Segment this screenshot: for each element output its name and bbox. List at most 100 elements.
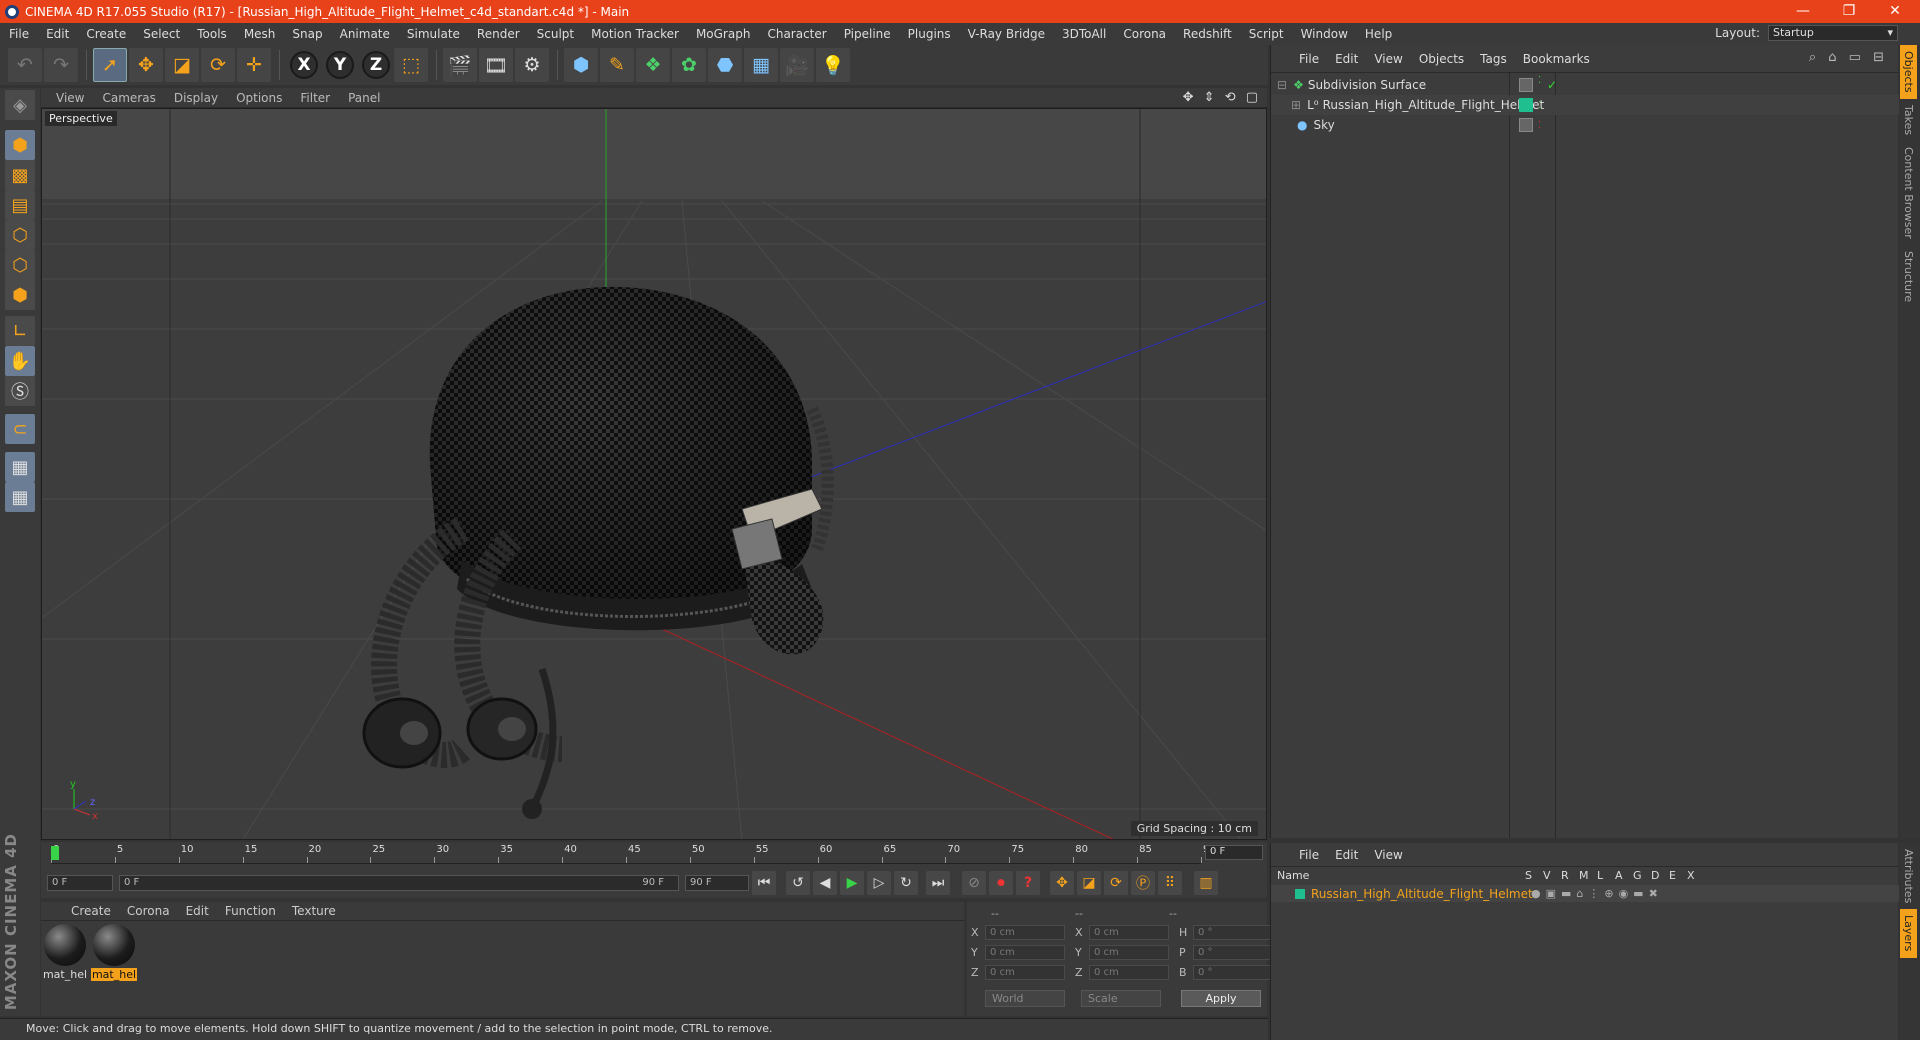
polygons-mode-icon[interactable]: ⬢ [5,280,35,310]
magnet-icon[interactable]: ⊂ [5,414,35,444]
texture-mode-icon[interactable]: ▩ [5,160,35,190]
size-mode-dropdown[interactable]: Scale [1081,990,1161,1007]
tab-takes[interactable]: Takes [1900,99,1917,141]
render-view-icon[interactable]: 🎬 [443,48,477,82]
cloner-icon[interactable]: ✿ [672,48,706,82]
move-tool-icon[interactable]: ✥ [129,48,163,82]
record-icon[interactable]: ⏺ [989,871,1013,895]
previous-frame-icon[interactable]: ◀ [813,871,837,895]
material-menu-texture[interactable]: Texture [284,904,344,918]
menu-create[interactable]: Create [77,27,134,41]
object-row[interactable]: ⊟ ❖ Subdivision Surface ⁚ ✓ [1271,75,1899,95]
size-x-field[interactable]: 0 cm [1089,924,1169,940]
material-menu-function[interactable]: Function [217,904,284,918]
close-button[interactable]: ✕ [1872,0,1918,23]
menu-mesh[interactable]: Mesh [235,27,284,41]
next-frame-icon[interactable]: ▷ [867,871,891,895]
menu-character[interactable]: Character [758,27,834,41]
material-menu-corona[interactable]: Corona [119,904,178,918]
viewport-menu-filter[interactable]: Filter [291,91,339,105]
3d-viewport[interactable]: y z x Perspective Grid Spacing : 10 cm [41,108,1267,840]
size-y-field[interactable]: 0 cm [1089,944,1169,960]
menu-help[interactable]: Help [1356,27,1400,41]
axis-mode-icon[interactable]: ∟ [5,316,35,346]
workplane-mode-icon[interactable]: ▤ [5,190,35,220]
object-row[interactable]: ● Sky ⁚ [1271,115,1899,135]
coordinate-space-dropdown[interactable]: World [985,990,1065,1007]
layer-toggle-icons[interactable]: ●▣▬⌂⋮⊕◉▬✖ [1531,887,1663,900]
subdivision-surface-icon[interactable]: ❖ [636,48,670,82]
object-row[interactable]: ⊞ L⁰ Russian_High_Altitude_Flight_Helmet… [1271,95,1899,115]
key-scale-icon[interactable]: ◪ [1077,871,1101,895]
menu-tools[interactable]: Tools [188,27,235,41]
tab-content-browser[interactable]: Content Browser [1900,141,1917,245]
restore-button[interactable]: ❐ [1826,0,1872,23]
autokey-icon[interactable]: ⊘ [962,871,986,895]
make-editable-icon[interactable]: ◈ [5,90,35,120]
obj-menu-file[interactable]: File [1291,52,1327,66]
layout-dropdown[interactable]: Startup [1768,25,1898,41]
lock-workplane-icon[interactable]: ▦ [5,452,35,482]
menu-window[interactable]: Window [1292,27,1356,41]
pen-spline-icon[interactable]: ✎ [600,48,634,82]
enabled-check-icon[interactable]: ✓ [1547,78,1557,92]
snap-icon[interactable]: Ⓢ [5,376,35,406]
viewport-menu-panel[interactable]: Panel [339,91,389,105]
render-settings-icon[interactable]: ⚙ [515,48,549,82]
timeline-window-icon[interactable]: ▥ [1194,871,1218,895]
menu-sculpt[interactable]: Sculpt [528,27,582,41]
menu-vray-bridge[interactable]: V-Ray Bridge [959,27,1053,41]
menu-animate[interactable]: Animate [331,27,398,41]
playhead-marker[interactable] [51,846,59,860]
menu-3dtoall[interactable]: 3DToAll [1053,27,1114,41]
menu-plugins[interactable]: Plugins [899,27,959,41]
autokey-record-icon[interactable]: ? [1016,871,1040,895]
visibility-dots-icon[interactable]: ⁚ [1538,120,1541,131]
viewport-menu-options[interactable]: Options [227,91,291,105]
tab-attributes[interactable]: Attributes [1900,843,1917,909]
redo-icon[interactable]: ↷ [44,48,78,82]
undo-icon[interactable]: ↶ [8,48,42,82]
position-y-field[interactable]: 0 cm [985,944,1065,960]
floor-icon[interactable]: ▦ [744,48,778,82]
end-frame-field[interactable]: 90 F [685,875,749,891]
viewport-nav-icons[interactable]: ✥ ⇕ ⟲ ▢ [1183,90,1261,105]
preview-range-slider[interactable]: 0 F 90 F [119,875,679,891]
position-z-field[interactable]: 0 cm [985,964,1065,980]
material-menu-create[interactable]: Create [63,904,119,918]
tab-structure[interactable]: Structure [1900,245,1917,308]
key-pla-icon[interactable]: ⠿ [1158,871,1182,895]
play-icon[interactable]: ▶ [840,871,864,895]
menu-corona[interactable]: Corona [1114,27,1174,41]
layer-color-swatch[interactable] [1295,888,1305,899]
material-swatch-selected[interactable]: mat_hel [91,924,137,981]
key-rotation-icon[interactable]: ⟳ [1104,871,1128,895]
y-axis-lock-button[interactable]: Y [326,51,354,79]
menu-pipeline[interactable]: Pipeline [835,27,899,41]
material-swatch[interactable]: mat_hel [42,924,88,981]
previous-key-icon[interactable]: ↺ [786,871,810,895]
key-parameter-icon[interactable]: Ⓟ [1131,871,1155,895]
menu-script[interactable]: Script [1240,27,1292,41]
model-mode-icon[interactable]: ⬢ [5,130,35,160]
apply-button[interactable]: Apply [1181,990,1261,1007]
key-position-icon[interactable]: ✥ [1050,871,1074,895]
viewport-menu-display[interactable]: Display [165,91,227,105]
go-to-start-icon[interactable]: ⏮ [752,871,776,895]
obj-menu-view[interactable]: View [1366,52,1410,66]
light-icon[interactable]: 💡 [816,48,850,82]
tree-expander[interactable]: ⊟ [1277,78,1287,92]
cube-primitive-icon[interactable]: ⬢ [564,48,598,82]
rotation-b-field[interactable]: 0 ° [1193,964,1273,980]
obj-menu-tags[interactable]: Tags [1472,52,1515,66]
obj-menu-edit[interactable]: Edit [1327,52,1366,66]
next-key-icon[interactable]: ↻ [894,871,918,895]
menu-motion-tracker[interactable]: Motion Tracker [582,27,687,41]
render-picture-viewer-icon[interactable]: 🎞 [479,48,513,82]
viewport-menu-cameras[interactable]: Cameras [93,91,164,105]
menu-redshift[interactable]: Redshift [1174,27,1240,41]
viewport-menu-view[interactable]: View [47,91,93,105]
live-selection-icon[interactable]: ➚ [93,48,127,82]
obj-menu-objects[interactable]: Objects [1411,52,1472,66]
tweak-mode-icon[interactable]: ✋ [5,346,35,376]
